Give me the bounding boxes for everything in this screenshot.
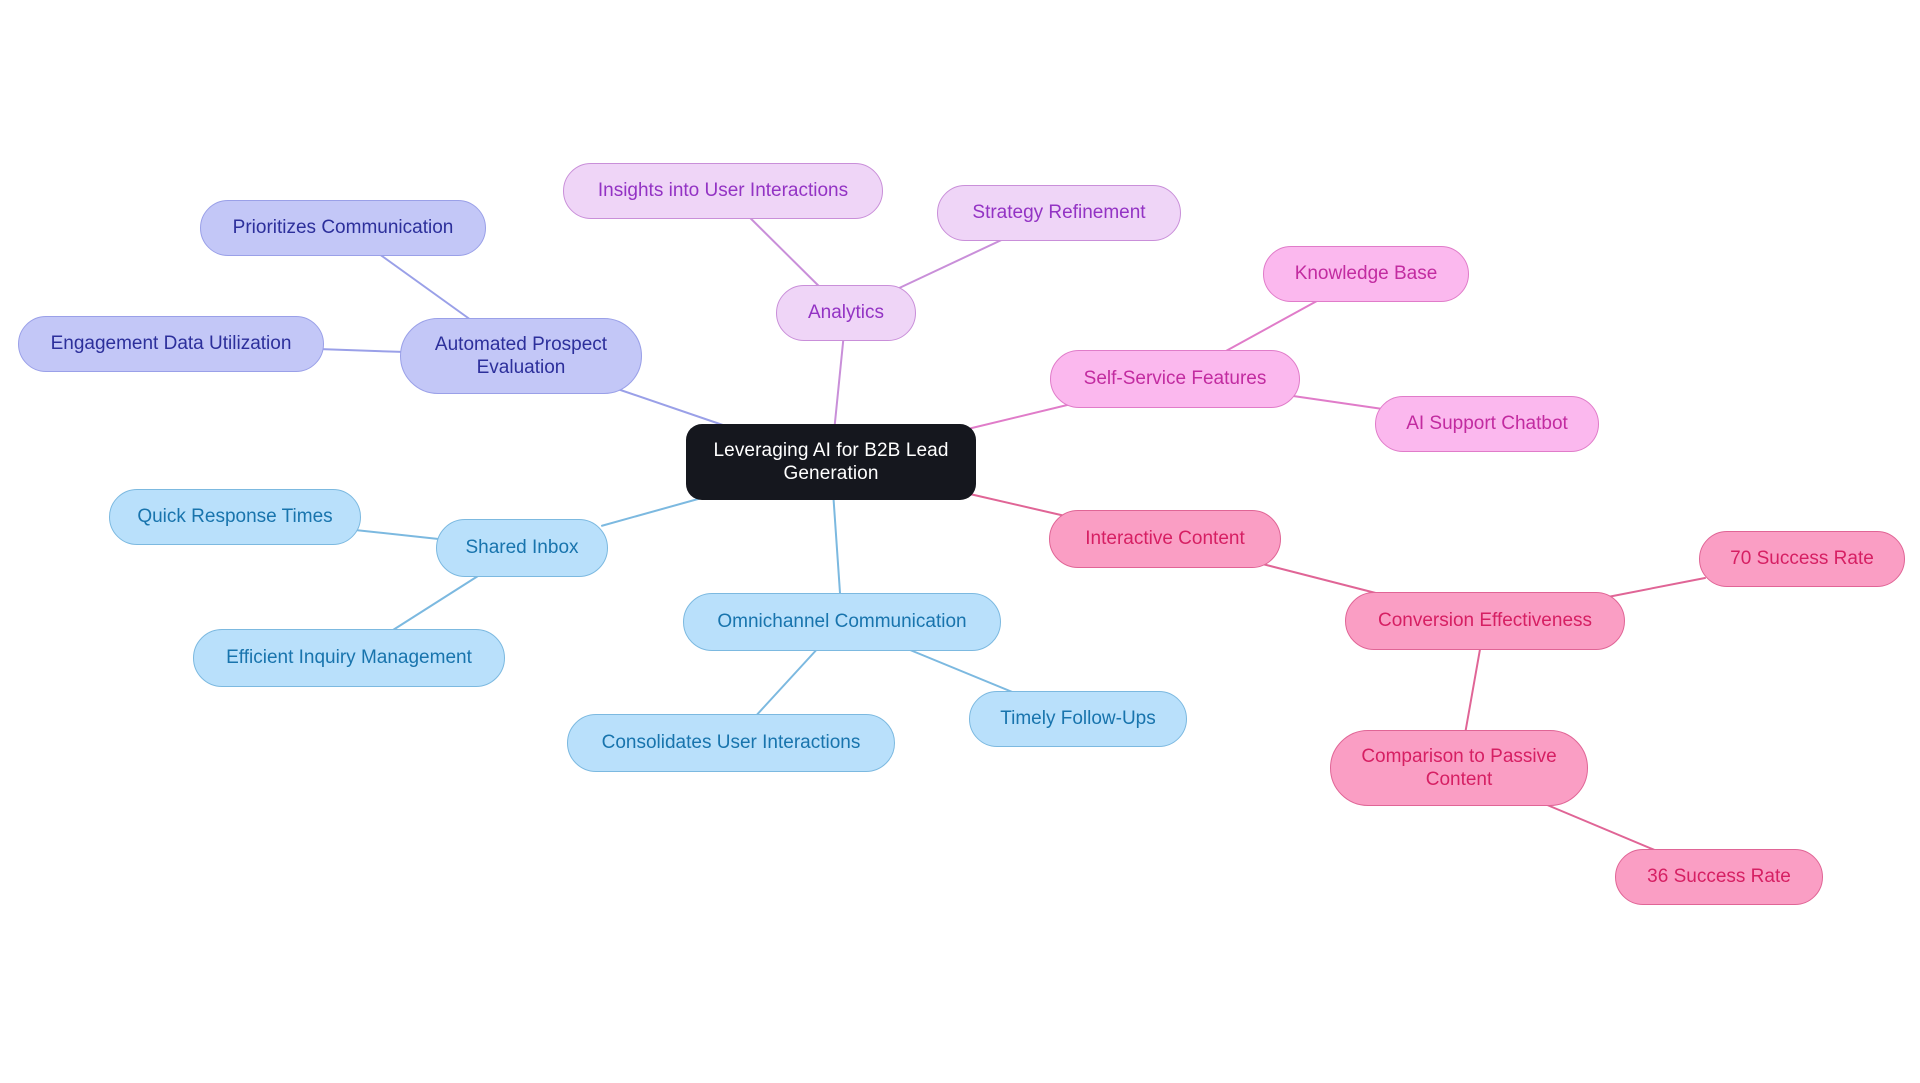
mindmap-edge-automated-prospect-evaluation-to-engagement-data-utilization [317,348,407,354]
mindmap-node-automated-prospect-evaluation[interactable]: Automated Prospect Evaluation [400,318,642,394]
mindmap-node-comparison-to-passive-content[interactable]: Comparison to Passive Content [1330,730,1588,806]
mindmap-edge-shared-inbox-to-efficient-inquiry-management [384,570,487,636]
mindmap-node-analytics[interactable]: Analytics [776,285,916,341]
mindmap-node-quick-response-times[interactable]: Quick Response Times [109,489,361,545]
mindmap-edge-analytics-to-insights-into-user-interactions [744,212,825,292]
mindmap-edge-analytics-to-strategy-refinement [891,234,1014,292]
mindmap-canvas: Leveraging AI for B2B Lead Generation Aut… [0,0,1920,1083]
mindmap-node-36-success-rate[interactable]: 36 Success Rate [1615,849,1823,905]
mindmap-node-omnichannel-communication[interactable]: Omnichannel Communication [683,593,1001,651]
mindmap-edge-leveraging-ai-for-b2b-lead-generation-to-interactive-content [968,493,1067,517]
mindmap-node-prioritizes-communication[interactable]: Prioritizes Communication [200,200,486,256]
mindmap-node-engagement-data-utilization[interactable]: Engagement Data Utilization [18,316,324,372]
mindmap-edge-omnichannel-communication-to-consolidates-user-interactions [751,644,822,721]
mindmap-edge-omnichannel-communication-to-timely-follow-ups [896,644,1026,698]
mindmap-node-self-service-features[interactable]: Self-Service Features [1050,350,1300,408]
mindmap-node-70-success-rate[interactable]: 70 Success Rate [1699,531,1905,587]
mindmap-edge-conversion-effectiveness-to-70-success-rate [1601,576,1706,599]
mindmap-edge-comparison-to-passive-content-to-36-success-rate [1534,799,1668,856]
mindmap-node-strategy-refinement[interactable]: Strategy Refinement [937,185,1181,241]
mindmap-node-efficient-inquiry-management[interactable]: Efficient Inquiry Management [193,629,505,687]
mindmap-edge-self-service-features-to-ai-support-chatbot [1293,395,1382,410]
mindmap-node-interactive-content[interactable]: Interactive Content [1049,510,1281,568]
mindmap-node-conversion-effectiveness[interactable]: Conversion Effectiveness [1345,592,1625,650]
mindmap-edge-automated-prospect-evaluation-to-prioritizes-communication [372,249,478,325]
mindmap-edge-shared-inbox-to-quick-response-times [354,528,443,541]
mindmap-edge-leveraging-ai-for-b2b-lead-generation-to-omnichannel-communication [832,493,842,600]
mindmap-node-knowledge-base[interactable]: Knowledge Base [1263,246,1469,302]
mindmap-node-consolidates-user-interactions[interactable]: Consolidates User Interactions [567,714,895,772]
mindmap-node-timely-follow-ups[interactable]: Timely Follow-Ups [969,691,1187,747]
mindmap-node-insights-into-user-interactions[interactable]: Insights into User Interactions [563,163,883,219]
mindmap-node-shared-inbox[interactable]: Shared Inbox [436,519,608,577]
mindmap-edge-conversion-effectiveness-to-comparison-to-passive-content [1463,643,1482,737]
mindmap-edge-self-service-features-to-knowledge-base [1215,295,1327,357]
mindmap-edge-leveraging-ai-for-b2b-lead-generation-to-analytics [833,334,845,431]
central-node-leveraging-ai-for-b2b-lead-generation[interactable]: Leveraging AI for B2B Lead Generation [686,424,976,500]
mindmap-edge-leveraging-ai-for-b2b-lead-generation-to-self-service-features [962,401,1081,431]
mindmap-node-ai-support-chatbot[interactable]: AI Support Chatbot [1375,396,1599,452]
